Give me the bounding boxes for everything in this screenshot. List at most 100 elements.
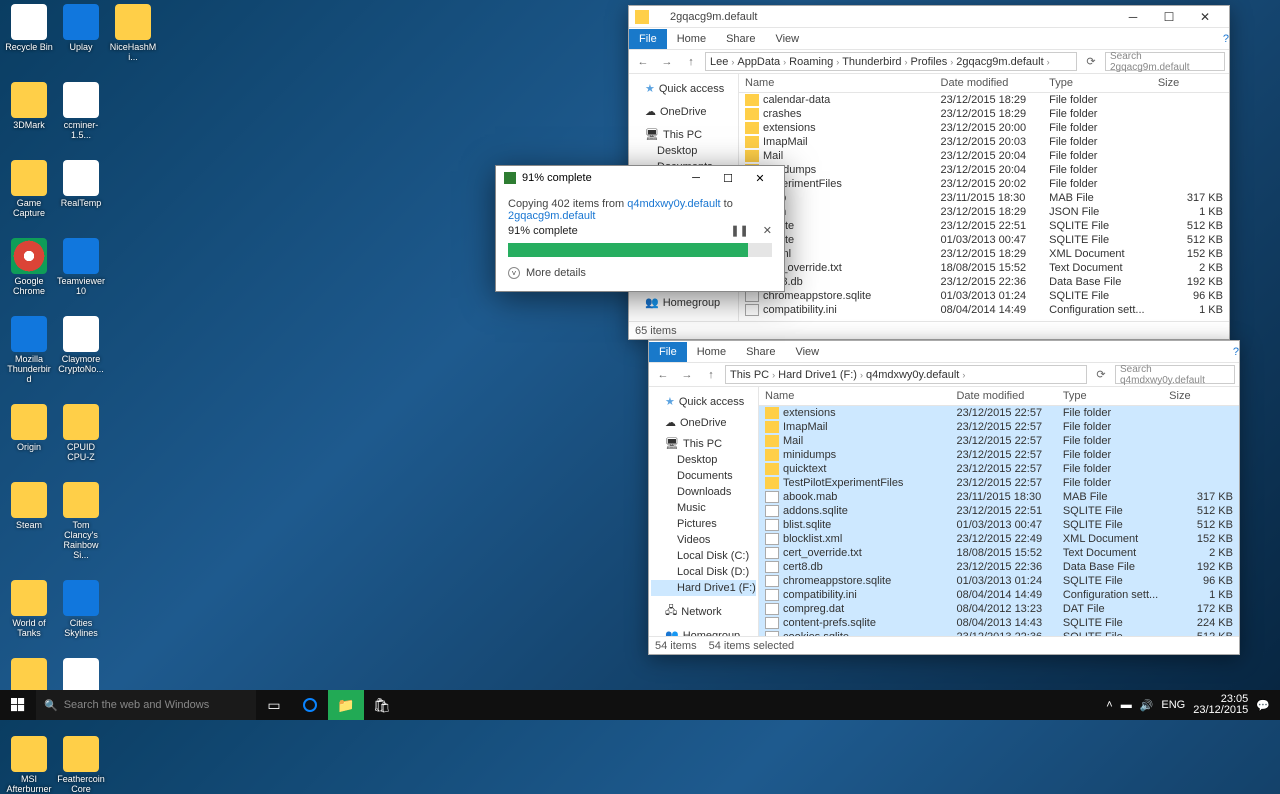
desktop-icon[interactable]: Game Capture [5, 160, 53, 218]
dest-link[interactable]: 2gqacg9m.default [508, 210, 595, 222]
nav-homegroup[interactable]: 👥 Homegroup [651, 627, 756, 636]
clock[interactable]: 23:0523/12/2015 [1193, 694, 1248, 716]
help-icon[interactable]: ? [1223, 33, 1229, 45]
file-row[interactable]: ImapMail23/12/2015 22:57File folder [759, 420, 1239, 434]
file-row[interactable]: ImapMail23/12/2015 20:03File folder [739, 135, 1229, 149]
store-icon[interactable]: 🛍 [364, 690, 400, 720]
breadcrumb-segment[interactable]: Lee [710, 56, 728, 68]
breadcrumb-segment[interactable]: Profiles [911, 56, 948, 68]
desktop-icon[interactable]: CPUID CPU-Z [57, 404, 105, 462]
forward-button[interactable]: → [657, 56, 677, 68]
language-indicator[interactable]: ENG [1161, 699, 1185, 711]
system-tray[interactable]: ˄ ▬ 🔊 ENG 23:0523/12/2015 💬 [1106, 694, 1280, 716]
nav-disk-f[interactable]: Hard Drive1 (F:) [651, 580, 756, 596]
maximize-button[interactable]: ☐ [1151, 6, 1187, 28]
desktop-icon[interactable]: NiceHashMi... [109, 4, 157, 62]
nav-desktop[interactable]: Desktop [651, 452, 756, 468]
edge-icon[interactable] [292, 690, 328, 720]
tab-home[interactable]: Home [667, 29, 716, 49]
desktop-icon[interactable]: Mozilla Thunderbird [5, 316, 53, 384]
file-row[interactable]: ExperimentFiles23/12/2015 20:02File fold… [739, 177, 1229, 191]
forward-button[interactable]: → [677, 369, 697, 381]
file-row[interactable]: TestPilotExperimentFiles23/12/2015 22:57… [759, 476, 1239, 490]
desktop-icon[interactable]: Feathercoin Core [57, 736, 105, 794]
source-link[interactable]: q4mdxwy0y.default [627, 198, 720, 210]
help-icon[interactable]: ? [1233, 346, 1239, 358]
file-row[interactable]: calendar-data23/12/2015 18:29File folder [739, 93, 1229, 107]
tab-view[interactable]: View [785, 342, 829, 362]
file-row[interactable]: cookies.sqlite23/12/2013 22:36SQLITE Fil… [759, 630, 1239, 636]
file-row[interactable]: content-prefs.sqlite08/04/2013 14:43SQLI… [759, 616, 1239, 630]
nav-downloads[interactable]: Downloads [651, 484, 756, 500]
breadcrumb-segment[interactable]: This PC [730, 369, 769, 381]
file-row[interactable]: extensions23/12/2015 20:00File folder [739, 121, 1229, 135]
file-row[interactable]: chromeappstore.sqlite01/03/2013 01:24SQL… [739, 289, 1229, 303]
nav-disk-d[interactable]: Local Disk (D:) [651, 564, 756, 580]
breadcrumb[interactable]: This PC›Hard Drive1 (F:)›q4mdxwy0y.defau… [725, 365, 1087, 384]
tab-file[interactable]: File [649, 342, 687, 362]
up-button[interactable]: ↑ [701, 369, 721, 381]
volume-icon[interactable]: 🔊 [1140, 699, 1154, 712]
desktop-icon[interactable]: Recycle Bin [5, 4, 53, 62]
network-icon[interactable]: ▬ [1121, 699, 1132, 711]
breadcrumb[interactable]: Lee›AppData›Roaming›Thunderbird›Profiles… [705, 52, 1077, 71]
more-details-toggle[interactable]: ˅ More details [508, 267, 772, 283]
file-row[interactable]: crashes23/12/2015 18:29File folder [739, 107, 1229, 121]
breadcrumb-segment[interactable]: Thunderbird [842, 56, 901, 68]
explorer-taskbar-icon[interactable]: 📁 [328, 690, 364, 720]
breadcrumb-segment[interactable]: Hard Drive1 (F:) [778, 369, 857, 381]
file-row[interactable]: …qlite23/12/2015 22:51SQLITE File512 KB [739, 219, 1229, 233]
refresh-button[interactable]: ⟳ [1091, 368, 1111, 381]
file-row[interactable]: addons.sqlite23/12/2015 22:51SQLITE File… [759, 504, 1239, 518]
nav-this-pc[interactable]: 🖥 This PC [651, 435, 756, 452]
nav-videos[interactable]: Videos [651, 532, 756, 548]
tray-chevron-icon[interactable]: ˄ [1106, 699, 1112, 711]
file-row[interactable]: Mail23/12/2015 22:57File folder [759, 434, 1239, 448]
desktop-icon[interactable]: RealTemp [57, 160, 105, 218]
minimize-button[interactable]: ─ [680, 172, 712, 184]
tab-view[interactable]: View [765, 29, 809, 49]
search-input[interactable]: Search q4mdxwy0y.default [1115, 365, 1235, 384]
nav-onedrive[interactable]: ☁ OneDrive [651, 414, 756, 431]
desktop-icon[interactable]: Uplay [57, 4, 105, 62]
nav-disk-c[interactable]: Local Disk (C:) [651, 548, 756, 564]
nav-quick-access[interactable]: ★Quick access [651, 393, 756, 410]
close-button[interactable]: ✕ [1187, 6, 1223, 28]
nav-documents[interactable]: Documents [651, 468, 756, 484]
close-button[interactable]: ✕ [744, 172, 776, 185]
back-button[interactable]: ← [653, 369, 673, 381]
file-row[interactable]: minidumps23/12/2015 22:57File folder [759, 448, 1239, 462]
stop-button[interactable]: ✕ [763, 224, 772, 237]
nav-pictures[interactable]: Pictures [651, 516, 756, 532]
back-button[interactable]: ← [633, 56, 653, 68]
nav-music[interactable]: Music [651, 500, 756, 516]
breadcrumb-segment[interactable]: AppData [737, 56, 780, 68]
desktop-icon[interactable]: Tom Clancy's Rainbow Si... [57, 482, 105, 560]
start-button[interactable] [0, 690, 36, 720]
file-row[interactable]: …qlite01/03/2013 00:47SQLITE File512 KB [739, 233, 1229, 247]
file-row[interactable]: Mail23/12/2015 20:04File folder [739, 149, 1229, 163]
desktop-icon[interactable]: Google Chrome [5, 238, 53, 296]
titlebar[interactable]: 2gqacg9m.default ─ ☐ ✕ [629, 6, 1229, 28]
desktop-icon[interactable]: Origin [5, 404, 53, 462]
file-row[interactable]: extensions23/12/2015 22:57File folder [759, 406, 1239, 420]
nav-quick-access[interactable]: ★Quick access [631, 80, 736, 97]
file-row[interactable]: blocklist.xml23/12/2015 22:49XML Documen… [759, 532, 1239, 546]
breadcrumb-segment[interactable]: 2gqacg9m.default [956, 56, 1043, 68]
file-row[interactable]: compatibility.ini08/04/2014 14:49Configu… [739, 303, 1229, 317]
file-row[interactable]: …xml23/12/2015 18:29XML Document152 KB [739, 247, 1229, 261]
refresh-button[interactable]: ⟳ [1081, 55, 1101, 68]
nav-desktop[interactable]: Desktop [631, 143, 736, 159]
desktop-icon[interactable]: Cities Skylines [57, 580, 105, 638]
nav-onedrive[interactable]: ☁ OneDrive [631, 103, 736, 120]
file-row[interactable]: abook.mab23/11/2015 18:30MAB File317 KB [759, 490, 1239, 504]
breadcrumb-segment[interactable]: Roaming [789, 56, 833, 68]
desktop-icon[interactable]: Steam [5, 482, 53, 560]
desktop-icon[interactable]: Teamviewer 10 [57, 238, 105, 296]
up-button[interactable]: ↑ [681, 56, 701, 68]
desktop-icon[interactable]: Claymore CryptoNo... [57, 316, 105, 384]
file-row[interactable]: …ab23/11/2015 18:30MAB File317 KB [739, 191, 1229, 205]
desktop-icon[interactable]: World of Tanks [5, 580, 53, 638]
explorer-window-2[interactable]: File Home Share View ? ← → ↑ This PC›Har… [648, 340, 1240, 655]
taskbar-search[interactable]: 🔍Search the web and Windows [36, 690, 256, 720]
